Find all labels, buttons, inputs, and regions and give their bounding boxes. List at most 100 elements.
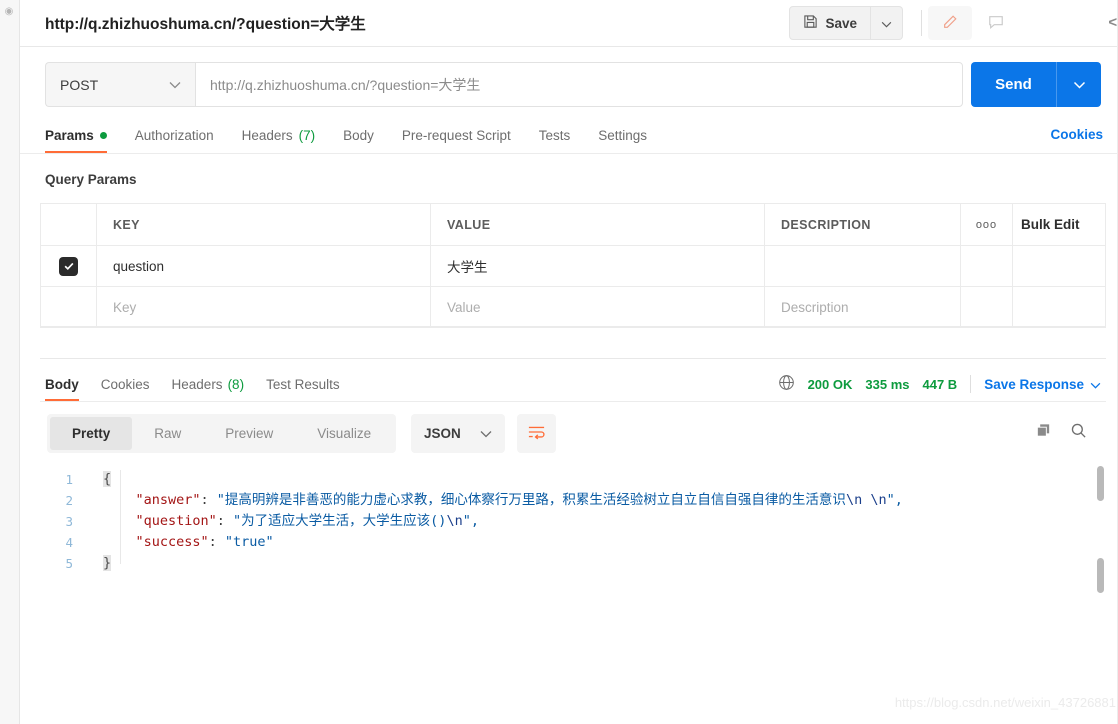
search-icon[interactable] [1070,422,1087,442]
save-response-button[interactable]: Save Response [984,377,1101,392]
json-escape-question: \n [446,513,463,529]
response-tab-cookies[interactable]: Cookies [101,368,150,401]
floppy-disk-icon [803,14,818,32]
send-options-button[interactable] [1056,62,1101,107]
table-row-empty: Key Value Description [41,287,1105,328]
empty-row-options-cell [961,287,1013,327]
view-mode-pretty[interactable]: Pretty [50,417,133,450]
url-bar: POST http://q.zhizhuoshuma.cn/?question=… [20,47,1118,117]
view-mode-preview[interactable]: Preview [203,417,295,450]
chevron-down-icon [1090,377,1101,392]
url-input[interactable]: http://q.zhizhuoshuma.cn/?question=大学生 [195,62,963,107]
code-line-numbers: 1 2 3 4 5 [40,463,78,700]
table-row: question 大学生 [41,246,1105,287]
response-tab-headers[interactable]: Headers (8) [172,368,245,401]
response-status-bar: 200 OK 335 ms 447 B Save Response [778,374,1101,394]
save-button[interactable]: Save [789,6,871,40]
code-line-2: "answer": "提高明辨是非善恶的能力虚心求教，细心体察行万里路，积累生活… [103,490,903,511]
response-tab-test-results[interactable]: Test Results [266,368,340,401]
http-method-select[interactable]: POST [45,62,195,107]
row-description-input[interactable] [765,246,960,286]
view-mode-visualize[interactable]: Visualize [295,417,393,450]
rail-collapse-icon[interactable]: ◉ [3,6,15,18]
tab-body[interactable]: Body [343,117,374,153]
word-wrap-toggle[interactable] [517,414,556,453]
tab-headers-count: (7) [298,127,316,143]
save-options-button[interactable] [871,6,903,40]
status-time: 335 ms [865,376,910,392]
scrollbar-thumb-secondary[interactable] [1097,558,1104,593]
save-button-group: Save [789,6,903,40]
header-cell-key: KEY [113,217,140,232]
response-tab-body-label: Body [45,377,79,392]
view-mode-raw[interactable]: Raw [132,417,203,450]
send-button[interactable]: Send [971,62,1056,107]
tab-params[interactable]: Params [45,117,107,153]
query-params-title: Query Params [45,172,137,187]
params-modified-dot-icon [99,131,107,139]
status-code: 200 OK [807,376,853,392]
table-bottom-border [40,326,1106,327]
response-tab-headers-label: Headers [171,377,223,392]
json-key-success: "success" [135,534,209,550]
empty-row-key-input[interactable]: Key [97,287,430,327]
bulk-edit-button[interactable]: Bulk Edit [1021,217,1080,232]
code-vertical-scrollbar[interactable] [1097,462,1104,700]
response-tabs-underline [40,401,1106,402]
empty-row-description-input[interactable]: Description [765,287,960,327]
scrollbar-thumb[interactable] [1097,466,1104,501]
row-key-input[interactable]: question [97,246,430,286]
line-number: 3 [65,514,73,529]
response-body-code[interactable]: 1 2 3 4 5 { "answer": "提高明辨是非善恶的能力虚心求教，细… [40,463,1086,700]
copy-icon[interactable] [1035,422,1052,442]
json-key-question: "question" [135,513,217,529]
response-tab-headers-count: (8) [227,377,245,392]
empty-row-value-input[interactable]: Value [431,287,764,327]
json-colon: : [216,513,234,529]
main-panel: http://q.zhizhuoshuma.cn/?question=大学生 S… [20,0,1118,724]
tab-settings-label: Settings [598,127,648,143]
chevron-down-icon [480,426,492,441]
pencil-icon [942,14,958,33]
request-response-divider [40,358,1106,359]
comment-icon [988,14,1004,33]
response-language-label: JSON [424,426,461,441]
status-divider [970,375,972,393]
table-options-icon[interactable]: ooo [976,219,997,231]
response-tab-body[interactable]: Body [45,368,79,401]
code-line-3: "question": "为了适应大学生活，大学生应该()\n", [103,511,903,532]
line-number: 1 [65,472,73,487]
code-line-4: "success": "true" [103,532,903,553]
tab-tests[interactable]: Tests [539,117,571,153]
word-wrap-icon [527,424,546,443]
chevron-down-icon [881,16,892,31]
line-number: 5 [65,556,73,571]
tab-settings[interactable]: Settings [598,117,647,153]
row-value-input[interactable]: 大学生 [431,246,764,286]
titlebar-icon-group [928,6,1018,40]
tab-body-label: Body [343,127,374,143]
json-open-brace: { [103,471,112,487]
comment-button[interactable] [974,6,1018,40]
tab-pre-request-script[interactable]: Pre-request Script [402,117,511,153]
code-fold-guide [120,470,121,564]
code-line-1: { [103,469,903,490]
json-key-answer: "answer" [135,492,201,508]
code-line-5: } [103,553,903,574]
line-number: 2 [65,493,73,508]
response-language-select[interactable]: JSON [411,414,505,453]
send-button-group: Send [971,62,1101,107]
header-cell-value: VALUE [447,217,491,232]
empty-row-bulk-cell [1013,287,1105,327]
empty-row-checkbox[interactable] [41,287,97,327]
cookies-link[interactable]: Cookies [1050,127,1103,142]
tab-authorization[interactable]: Authorization [135,117,214,153]
request-tabs: Params Authorization Headers (7) Body Pr… [20,117,1118,154]
left-sidebar-rail: ◉ [0,0,20,724]
row-checkbox[interactable] [59,256,78,276]
json-value-question-tail: ", [462,513,479,529]
json-close-brace: } [103,555,112,571]
tab-authorization-label: Authorization [134,127,214,143]
tab-headers[interactable]: Headers (7) [242,117,316,153]
edit-request-button[interactable] [928,6,972,40]
